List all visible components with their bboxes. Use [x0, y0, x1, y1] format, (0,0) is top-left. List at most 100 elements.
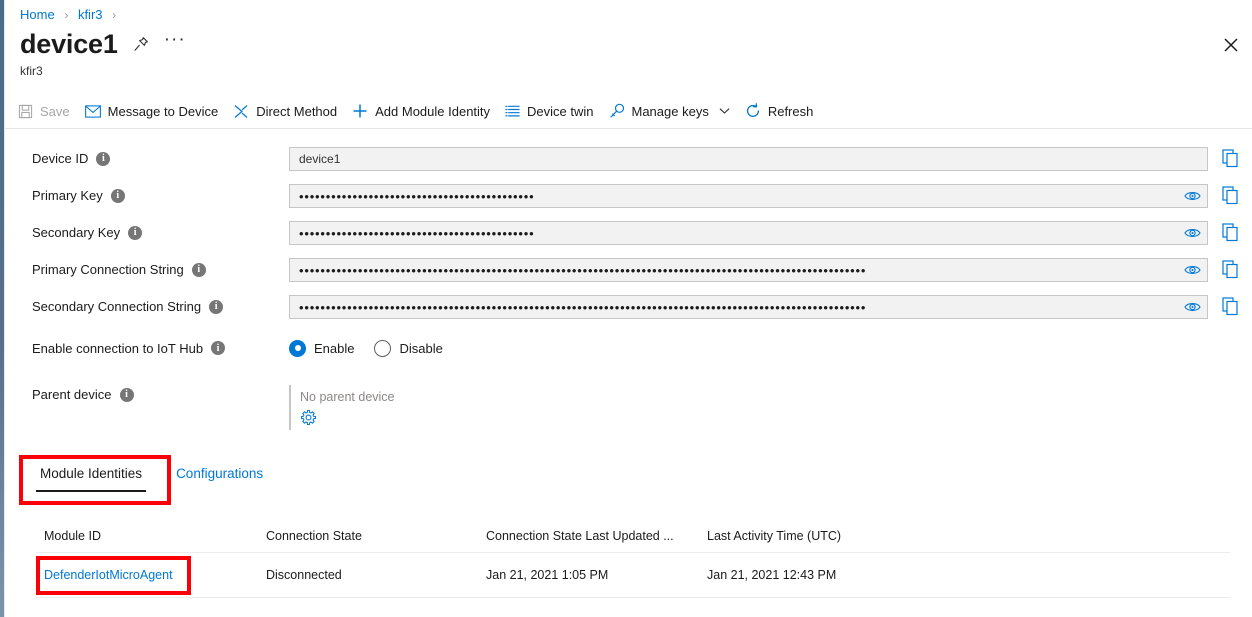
info-icon[interactable]: i	[209, 299, 224, 314]
primary-connection-string-input[interactable]: ••••••••••••••••••••••••••••••••••••••••…	[289, 258, 1208, 282]
breadcrumb: Home › kfir3 ›	[20, 6, 122, 24]
azure-device-blade: Home › kfir3 › device1 ··· kfir3 Save Me…	[0, 0, 1252, 617]
cell-connection-state: Disconnected	[266, 568, 342, 582]
page-subtitle: kfir3	[20, 64, 43, 78]
device-id-input[interactable]: device1	[289, 147, 1208, 171]
tab-module-identities[interactable]: Module Identities	[36, 462, 147, 492]
table-header-row: Module ID Connection State Connection St…	[0, 520, 1252, 552]
breadcrumb-separator-icon: ›	[112, 8, 117, 22]
manage-keys-label: Manage keys	[631, 103, 709, 119]
breadcrumb-separator-icon: ›	[64, 8, 69, 22]
enable-connection-radio-group: Enable Disable	[289, 339, 443, 357]
copy-icon[interactable]	[1222, 260, 1240, 279]
primary-key-label: Primary Key	[32, 188, 103, 203]
primary-key-value: ••••••••••••••••••••••••••••••••••••••••…	[299, 188, 535, 204]
message-to-device-button[interactable]: Message to Device	[80, 101, 229, 122]
envelope-icon	[84, 104, 101, 118]
secondary-key-input[interactable]: ••••••••••••••••••••••••••••••••••••••••…	[289, 221, 1208, 245]
device-twin-button[interactable]: Device twin	[500, 101, 603, 122]
field-enable-connection: Enable connection to IoT Hub i Enable Di…	[0, 325, 1252, 371]
refresh-button[interactable]: Refresh	[740, 100, 824, 122]
message-to-device-label: Message to Device	[107, 103, 219, 119]
copy-icon[interactable]	[1222, 186, 1240, 205]
tab-module-identities-label: Module Identities	[40, 466, 143, 481]
primary-key-label-group: Primary Key i	[32, 188, 125, 203]
tab-strip: Module Identities Configurations	[36, 462, 267, 492]
eye-icon[interactable]	[1184, 226, 1201, 240]
copy-icon[interactable]	[1222, 149, 1240, 168]
eye-icon[interactable]	[1184, 300, 1201, 314]
field-primary-key: Primary Key i ••••••••••••••••••••••••••…	[0, 177, 1252, 214]
secondary-connection-string-value: ••••••••••••••••••••••••••••••••••••••••…	[299, 299, 867, 315]
save-icon	[18, 104, 33, 118]
save-button[interactable]: Save	[13, 101, 80, 122]
info-icon[interactable]: i	[128, 225, 143, 240]
radio-disable-label: Disable	[399, 340, 443, 356]
info-icon[interactable]: i	[96, 151, 111, 166]
page-title-row: device1 ···	[20, 27, 186, 61]
primary-connection-string-label-group: Primary Connection String i	[32, 262, 206, 277]
field-secondary-connection-string: Secondary Connection String i ••••••••••…	[0, 288, 1252, 325]
add-module-identity-button[interactable]: Add Module Identity	[347, 100, 500, 122]
plus-icon	[353, 104, 367, 118]
secondary-key-label: Secondary Key	[32, 225, 121, 240]
column-header-connection-state[interactable]: Connection State	[266, 529, 486, 543]
field-secondary-key: Secondary Key i ••••••••••••••••••••••••…	[0, 214, 1252, 251]
direct-method-button[interactable]: Direct Method	[228, 101, 347, 122]
page-title: device1	[20, 29, 118, 59]
pin-icon[interactable]	[132, 35, 150, 53]
direct-method-label: Direct Method	[256, 103, 338, 119]
info-icon[interactable]: i	[211, 341, 226, 355]
secondary-key-value: ••••••••••••••••••••••••••••••••••••••••…	[299, 225, 535, 241]
radio-enable-label: Enable	[314, 340, 355, 356]
cell-module-id[interactable]: DefenderIotMicroAgent	[44, 568, 266, 582]
info-icon[interactable]: i	[191, 262, 206, 277]
tab-configurations[interactable]: Configurations	[172, 462, 267, 492]
secondary-connection-string-label: Secondary Connection String	[32, 299, 202, 314]
secondary-key-label-group: Secondary Key i	[32, 225, 143, 240]
secondary-connection-string-input[interactable]: ••••••••••••••••••••••••••••••••••••••••…	[289, 295, 1208, 319]
info-icon[interactable]: i	[110, 188, 125, 203]
save-label: Save	[40, 103, 70, 119]
device-twin-label: Device twin	[527, 103, 594, 119]
manage-keys-button[interactable]: Manage keys	[604, 100, 740, 122]
table-row[interactable]: DefenderIotMicroAgent Disconnected Jan 2…	[0, 553, 1252, 597]
eye-icon[interactable]	[1184, 189, 1201, 203]
copy-icon[interactable]	[1222, 297, 1240, 316]
breadcrumb-item-home[interactable]: Home	[20, 7, 55, 22]
close-icon[interactable]	[1220, 34, 1242, 56]
column-header-last-activity-time[interactable]: Last Activity Time (UTC)	[707, 529, 967, 543]
field-primary-connection-string: Primary Connection String i ••••••••••••…	[0, 251, 1252, 288]
device-id-value: device1	[299, 152, 341, 166]
enable-connection-label-group: Enable connection to IoT Hub i	[32, 340, 226, 356]
copy-icon[interactable]	[1222, 223, 1240, 242]
parent-device-label: Parent device	[32, 387, 112, 402]
direct-method-icon	[234, 104, 248, 118]
breadcrumb-item-kfir3[interactable]: kfir3	[78, 7, 103, 22]
table-row-divider	[36, 597, 1230, 598]
gear-icon[interactable]	[300, 409, 317, 426]
parent-device-panel: No parent device	[289, 385, 589, 430]
device-properties-form: Device ID i device1 Primary Key i ••••••…	[0, 140, 1252, 417]
field-parent-device: Parent device i	[0, 371, 1252, 417]
add-module-identity-label: Add Module Identity	[375, 103, 491, 119]
column-header-connection-state-last-updated[interactable]: Connection State Last Updated ...	[486, 529, 707, 543]
radio-enable-indicator	[289, 339, 306, 357]
tab-configurations-label: Configurations	[176, 466, 264, 481]
more-options-button[interactable]: ···	[164, 30, 186, 53]
primary-connection-string-label: Primary Connection String	[32, 262, 184, 277]
primary-key-input[interactable]: ••••••••••••••••••••••••••••••••••••••••…	[289, 184, 1208, 208]
radio-disable[interactable]: Disable	[374, 339, 443, 357]
column-header-module-id[interactable]: Module ID	[44, 529, 266, 543]
list-icon	[505, 105, 520, 117]
refresh-icon	[746, 103, 759, 117]
device-id-label-group: Device ID i	[32, 151, 111, 166]
chevron-down-icon[interactable]	[719, 107, 730, 115]
radio-disable-indicator	[374, 339, 392, 357]
enable-connection-label: Enable connection to IoT Hub	[32, 340, 204, 356]
eye-icon[interactable]	[1184, 263, 1201, 277]
radio-enable[interactable]: Enable	[289, 339, 355, 357]
cell-connection-state-last-updated: Jan 21, 2021 1:05 PM	[486, 568, 609, 582]
info-icon[interactable]: i	[119, 387, 134, 402]
secondary-connection-string-label-group: Secondary Connection String i	[32, 299, 224, 314]
